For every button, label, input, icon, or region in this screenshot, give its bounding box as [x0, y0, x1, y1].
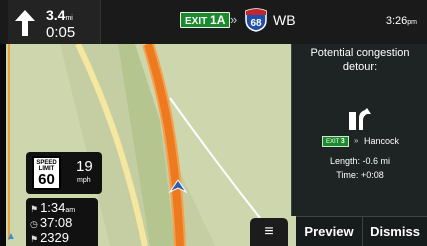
exit-badge: EXIT 1A	[180, 12, 231, 28]
speed-limit-value: 60	[38, 171, 55, 188]
navigation-screen: ▲ 3.4mi 0:05 EXIT 1A » 68 WB 3:26pm SPEE…	[0, 0, 427, 246]
current-speed: 19	[76, 158, 93, 175]
detour-separator: »	[354, 136, 359, 145]
clock: 3:26pm	[385, 15, 417, 27]
preview-button[interactable]: Preview	[296, 216, 363, 246]
detour-title: Potential congestion detour:	[310, 47, 410, 73]
turn-time: 0:05	[46, 24, 76, 41]
detour-exit-badge: EXIT 3	[322, 136, 349, 147]
trip-info-panel[interactable]: ⚑ 1:34am ◷ 37:08 ⚑ 2329	[26, 198, 98, 246]
interstate-shield-icon: 68	[245, 8, 267, 32]
turn-distance: 3.4mi	[46, 7, 73, 23]
clock-icon: ◷	[30, 219, 38, 229]
straight-arrow-icon	[15, 10, 35, 36]
road-separator: »	[230, 12, 238, 27]
route-progress-line	[8, 40, 10, 240]
lane-split-icon	[349, 108, 371, 130]
speed-limit-sign: SPEED LIMIT 60	[32, 156, 61, 190]
detour-destination: Hancock	[364, 136, 400, 146]
remaining-time-row: ◷ 37:08	[30, 215, 73, 230]
position-marker-icon: ▲	[6, 231, 16, 242]
flag-icon: ⚑	[30, 204, 39, 214]
detour-time: Time: +0:08	[336, 170, 384, 180]
detour-panel: Potential congestion detour: EXIT 3 » Ha…	[291, 44, 427, 216]
current-speed-unit: mph	[77, 177, 91, 184]
speed-panel: SPEED LIMIT 60 19 mph	[26, 152, 102, 194]
menu-button[interactable]: ≡	[250, 218, 288, 246]
detour-length: Length: -0.6 mi	[329, 156, 391, 166]
next-turn-box[interactable]: 3.4mi 0:05	[8, 0, 101, 44]
distance-icon: ⚑	[30, 234, 39, 244]
top-navigation-bar: 3.4mi 0:05 EXIT 1A » 68 WB 3:26pm	[0, 0, 427, 44]
remaining-distance-row: ⚑ 2329	[30, 230, 69, 245]
interstate-number: 68	[250, 18, 262, 29]
dismiss-button[interactable]: Dismiss	[363, 216, 427, 246]
road-direction: WB	[273, 12, 296, 28]
